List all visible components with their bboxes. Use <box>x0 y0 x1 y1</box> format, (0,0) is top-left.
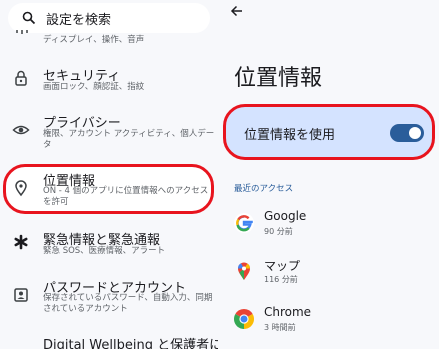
access-time: 90 分前 <box>264 227 293 236</box>
settings-item-subtitle: 緊急 SOS、医療情報、アラート <box>43 246 166 256</box>
page-title: 位置情報 <box>234 66 323 91</box>
settings-item-subtitle: 権限、アカウント アクティビティ、個人データ <box>43 129 215 150</box>
account-card-icon <box>14 288 28 302</box>
app-name: Chrome <box>264 305 312 319</box>
settings-item-title: Digital Wellbeing と保護者に <box>43 338 218 349</box>
settings-item-digital-wellbeing[interactable]: Digital Wellbeing と保護者に <box>0 330 218 349</box>
settings-list-panel: 設定を検索 ディスプレイ、操作、音声 セキュリティ 画面ロック、顔認証、指紋 プ… <box>0 0 218 349</box>
chrome-icon <box>234 309 254 329</box>
location-pin-icon <box>15 180 27 197</box>
lock-icon <box>15 70 27 86</box>
recent-access-item[interactable]: Google 90 分前 <box>218 206 439 246</box>
settings-item-subtitle: 画面ロック、顔認証、指紋 <box>43 82 145 92</box>
access-time: 116 分前 <box>264 275 298 284</box>
google-icon <box>234 213 254 233</box>
search-bar[interactable]: 設定を検索 <box>8 3 210 33</box>
recent-access-item[interactable]: Chrome 3 時間前 <box>218 302 439 342</box>
display-icon <box>16 30 28 34</box>
use-location-switch[interactable] <box>390 124 424 142</box>
location-detail-panel: 位置情報 位置情報を使用 最近のアクセス Google 90 分前 マップ 11… <box>218 0 439 349</box>
settings-item-emergency[interactable]: 緊急情報と緊急通報 緊急 SOS、医療情報、アラート <box>0 226 218 260</box>
search-placeholder: 設定を検索 <box>46 12 112 28</box>
app-name: Google <box>264 209 307 223</box>
settings-item-passwords[interactable]: パスワードとアカウント 保存されているパスワード、自動入力、同期されているアカウ… <box>0 274 218 320</box>
settings-item-subtitle: 保存されているパスワード、自動入力、同期されているアカウント <box>43 293 213 314</box>
settings-item-subtitle: ON - 4 個のアプリに位置情報へのアクセスを許可 <box>43 186 209 207</box>
settings-item-security[interactable]: セキュリティ 画面ロック、顔認証、指紋 <box>0 60 218 96</box>
switch-knob <box>409 127 421 139</box>
back-arrow-icon[interactable] <box>230 4 244 18</box>
app-name: マップ <box>264 259 301 273</box>
maps-icon <box>238 262 251 280</box>
access-time: 3 時間前 <box>264 323 296 332</box>
search-icon <box>22 11 36 25</box>
recent-access-header: 最近のアクセス <box>234 184 294 194</box>
emergency-asterisk-icon <box>14 234 28 250</box>
use-location-toggle-card[interactable]: 位置情報を使用 <box>223 104 435 160</box>
settings-item-privacy[interactable]: プライバシー 権限、アカウント アクティビティ、個人データ <box>0 110 218 156</box>
use-location-label: 位置情報を使用 <box>244 128 336 143</box>
recent-access-item[interactable]: マップ 116 分前 <box>218 254 439 294</box>
display-item-subtitle: ディスプレイ、操作、音声 <box>43 35 145 45</box>
privacy-eye-icon <box>12 125 30 135</box>
settings-item-location[interactable]: 位置情報 ON - 4 個のアプリに位置情報へのアクセスを許可 <box>0 167 218 211</box>
